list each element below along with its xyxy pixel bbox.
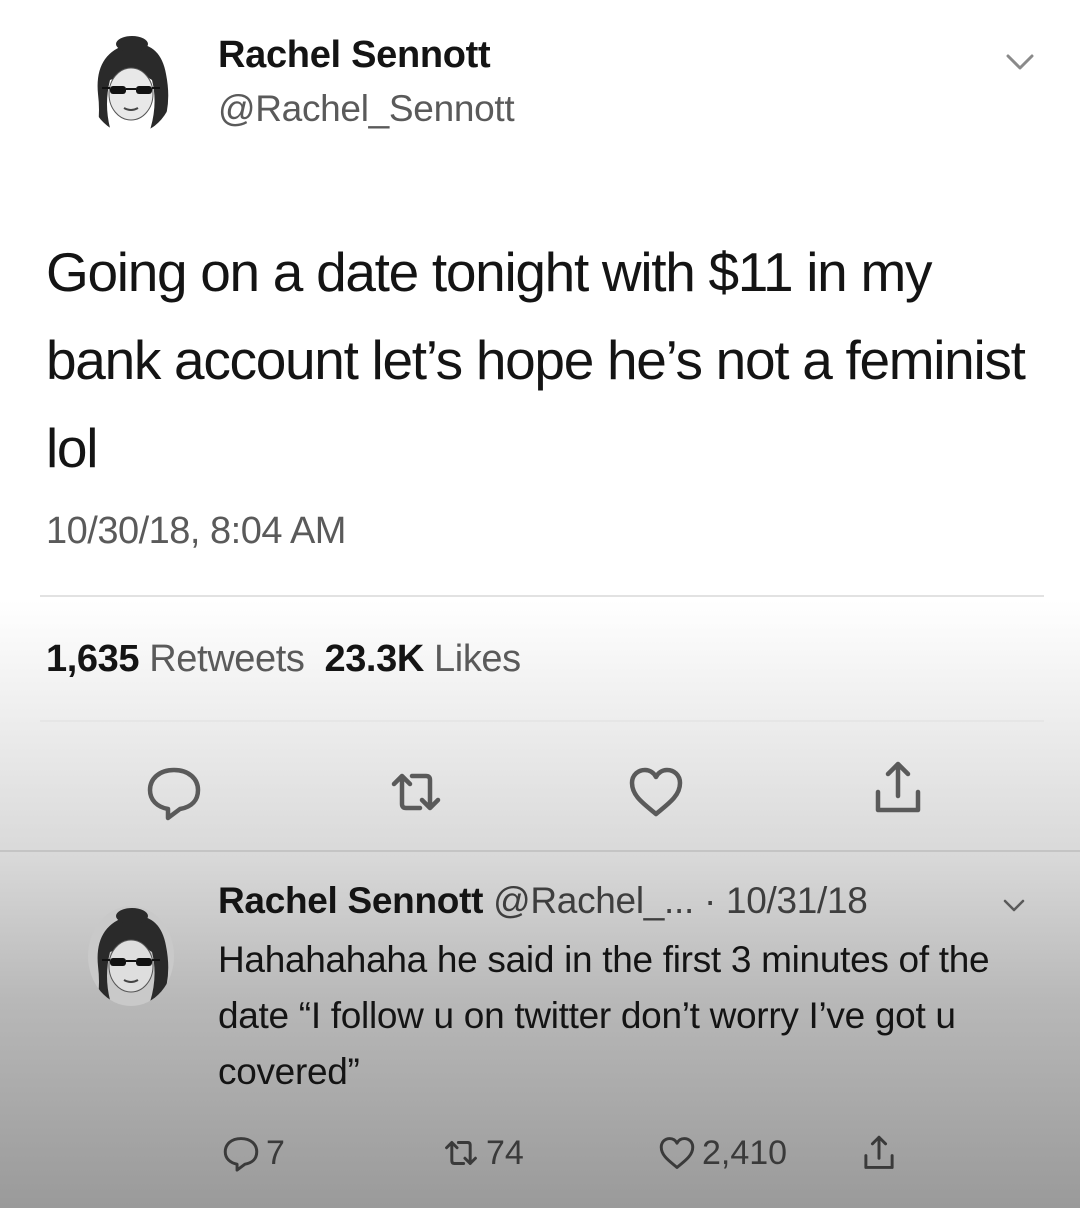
reply-count: 7 bbox=[266, 1133, 285, 1172]
divider bbox=[0, 850, 1080, 852]
share-icon[interactable] bbox=[866, 756, 930, 820]
avatar[interactable] bbox=[88, 34, 174, 134]
like-label: Likes bbox=[434, 638, 521, 680]
reply-share-button[interactable] bbox=[858, 1130, 904, 1176]
reply-icon[interactable] bbox=[142, 760, 206, 824]
reply-like-button[interactable]: 2,410 bbox=[656, 1130, 787, 1176]
retweet-icon[interactable] bbox=[384, 760, 448, 824]
heart-icon bbox=[659, 1137, 695, 1169]
divider bbox=[40, 595, 1044, 597]
reply-meta[interactable]: @Rachel_... · 10/31/18 bbox=[493, 880, 868, 921]
author-handle[interactable]: @Rachel_Sennott bbox=[218, 88, 515, 130]
like-count: 2,410 bbox=[702, 1133, 788, 1172]
share-icon bbox=[864, 1135, 894, 1169]
retweet-label: Retweets bbox=[149, 638, 305, 680]
like-count: 23.3K bbox=[324, 638, 424, 680]
tweet-text: Going on a date tonight with $11 in my b… bbox=[46, 241, 1026, 479]
avatar-illustration bbox=[88, 34, 174, 134]
reply-icon bbox=[223, 1137, 259, 1172]
reply-header: Rachel Sennott @Rachel_... · 10/31/18 bbox=[218, 880, 868, 922]
avatar-illustration bbox=[88, 906, 174, 1006]
reply-retweet-button[interactable]: 74 bbox=[440, 1130, 524, 1176]
retweet-icon bbox=[445, 1141, 477, 1165]
like-stat[interactable]: 23.3K Likes bbox=[324, 638, 521, 680]
reply-avatar[interactable] bbox=[88, 906, 174, 1006]
reply-text: Hahahahaha he said in the first 3 minute… bbox=[218, 939, 990, 1092]
retweet-count: 74 bbox=[486, 1133, 524, 1172]
chevron-down-icon[interactable] bbox=[1002, 48, 1038, 76]
retweet-stat[interactable]: 1,635 Retweets bbox=[46, 638, 305, 680]
reply-reply-button[interactable]: 7 bbox=[220, 1130, 285, 1176]
heart-icon[interactable] bbox=[624, 760, 688, 824]
retweet-count: 1,635 bbox=[46, 638, 140, 680]
divider bbox=[40, 720, 1044, 722]
author-name[interactable]: Rachel Sennott bbox=[218, 34, 491, 77]
engagement-stats: 1,635 Retweets 23.3K Likes bbox=[46, 638, 521, 681]
tweet-timestamp[interactable]: 10/30/18, 8:04 AM bbox=[46, 510, 346, 553]
chevron-down-icon[interactable] bbox=[1000, 895, 1028, 917]
reply-author-name[interactable]: Rachel Sennott bbox=[218, 880, 483, 921]
